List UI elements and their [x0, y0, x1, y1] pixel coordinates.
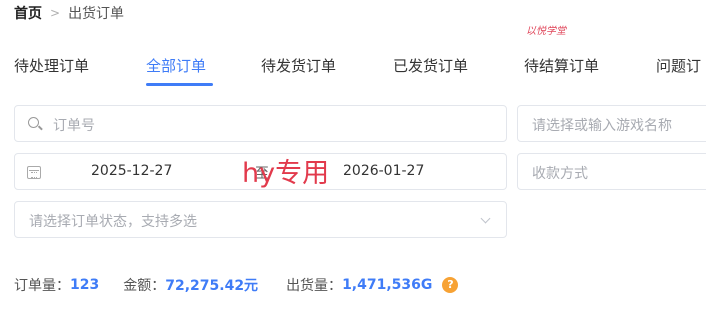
search-icon: [28, 117, 39, 128]
date-end[interactable]: 2026-01-27: [343, 163, 424, 179]
breadcrumb-home[interactable]: 首页: [14, 3, 42, 23]
calendar-icon: [27, 166, 41, 179]
order-number-placeholder: 订单号: [53, 118, 95, 134]
game-select[interactable]: 请选择或输入游戏名称: [517, 105, 706, 142]
amount-value: 72,275.42元: [165, 278, 259, 294]
tab-to-settle[interactable]: 待结算订单: [524, 55, 599, 76]
active-tab-indicator: [146, 83, 213, 86]
tab-pending[interactable]: 待处理订单: [14, 55, 89, 76]
payment-method-select[interactable]: 收款方式: [517, 153, 706, 190]
date-start[interactable]: 2025-12-27: [91, 163, 172, 179]
order-tabs: 待处理订单 全部订单 待发货订单 已发货订单 待结算订单 问题订: [0, 52, 706, 92]
shipped-value: 1,471,536G: [342, 277, 433, 293]
chevron-down-icon[interactable]: [480, 213, 491, 224]
help-icon[interactable]: ?: [442, 277, 459, 293]
overlay-watermark: hy专用: [242, 158, 330, 189]
tab-all-orders[interactable]: 全部订单: [146, 55, 206, 76]
shipped-label: 出货量：: [286, 278, 343, 294]
order-summary: 订单量： 123 金额： 72,275.42元 出货量： 1,471,536G …: [14, 275, 459, 295]
payment-method-placeholder: 收款方式: [532, 166, 588, 182]
breadcrumb-separator: >: [50, 6, 61, 20]
tab-shipped[interactable]: 已发货订单: [393, 55, 468, 76]
breadcrumb-current: 出货订单: [68, 6, 125, 22]
order-status-placeholder: 请选择订单状态，支持多选: [29, 214, 197, 230]
game-select-placeholder: 请选择或输入游戏名称: [532, 118, 672, 134]
order-count-value: 123: [70, 277, 100, 293]
order-count-label: 订单量：: [14, 278, 70, 294]
amount-label: 金额：: [123, 278, 166, 294]
order-status-select[interactable]: 请选择订单状态，支持多选: [14, 201, 507, 238]
watermark-text: 以悦学堂: [526, 26, 566, 37]
breadcrumb: 首页 > 出货订单: [14, 2, 124, 24]
tab-problem-orders[interactable]: 问题订: [656, 55, 701, 76]
order-number-input[interactable]: 订单号: [14, 105, 507, 142]
tab-to-ship[interactable]: 待发货订单: [261, 55, 336, 76]
